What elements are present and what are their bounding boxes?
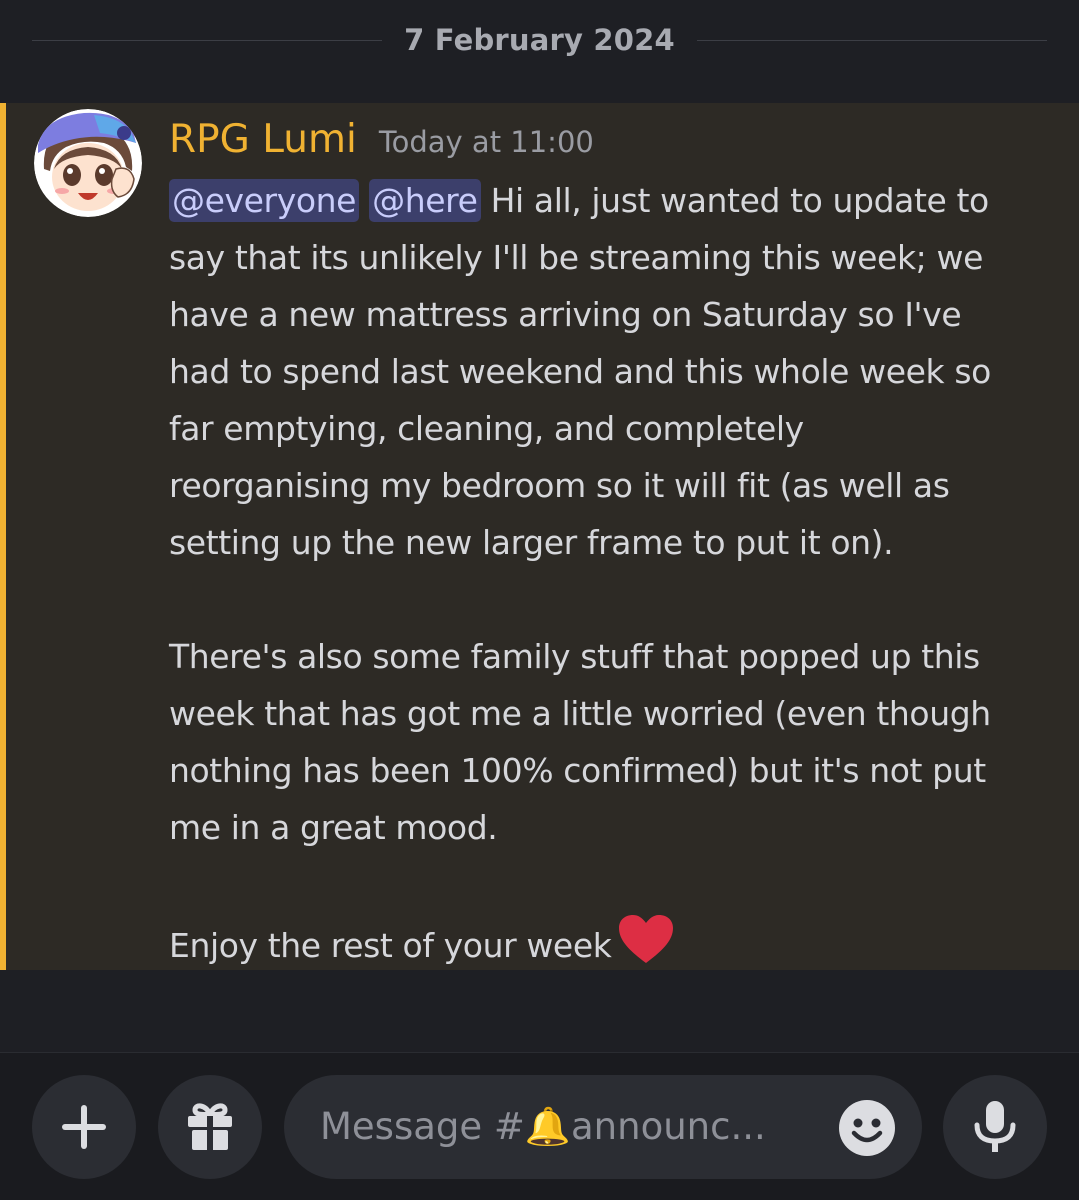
- divider-date: 7 February 2024: [404, 23, 675, 57]
- mention-here[interactable]: @here: [369, 179, 481, 222]
- mention-everyone[interactable]: @everyone: [169, 179, 360, 222]
- message-line: nothing has been 100% confirmed) but it'…: [169, 751, 986, 790]
- message-input-placeholder: Message #🔔announc...: [320, 1105, 766, 1148]
- message-line: There's also some family stuff that popp…: [169, 637, 980, 676]
- message-line: week that has got me a little worried (e…: [169, 694, 991, 733]
- message-line: say that its unlikely I'll be streaming …: [169, 238, 983, 277]
- message-timestamp: Today at 11:00: [378, 125, 594, 159]
- chat-view: 7 February 2024 RPG Lumi Today at 11:00 …: [0, 0, 1079, 1200]
- voice-message-button[interactable]: [943, 1075, 1047, 1179]
- message-input[interactable]: Message #🔔announc...: [284, 1075, 922, 1179]
- message-line: setting up the new larger frame to put i…: [169, 523, 894, 562]
- message-text: Hi all, just wanted to update to: [480, 181, 990, 220]
- plus-icon: [62, 1105, 106, 1149]
- emoji-icon[interactable]: [838, 1099, 896, 1157]
- message-line: @everyone @here Hi all, just wanted to u…: [169, 172, 1049, 229]
- avatar[interactable]: [34, 109, 142, 217]
- message-line: have a new mattress arriving on Saturday…: [169, 295, 962, 334]
- gift-button[interactable]: [158, 1075, 262, 1179]
- author-name[interactable]: RPG Lumi: [169, 117, 357, 162]
- avatar-illustration: [34, 109, 142, 217]
- message-content: @everyone @here Hi all, just wanted to u…: [169, 172, 1049, 982]
- gift-icon: [188, 1103, 232, 1150]
- message-line: Enjoy the rest of your week: [169, 913, 1049, 982]
- divider-line-right: [696, 39, 1047, 41]
- message-line: reorganising my bedroom so it will fit (…: [169, 466, 950, 505]
- add-attachment-button[interactable]: [32, 1075, 136, 1179]
- closing-text: Enjoy the rest of your week: [169, 926, 612, 965]
- composer-bar: Message #🔔announc...: [0, 1052, 1079, 1200]
- message-highlighted[interactable]: RPG Lumi Today at 11:00 @everyone @here …: [0, 103, 1079, 970]
- message-header: RPG Lumi Today at 11:00: [169, 117, 594, 162]
- date-divider: 7 February 2024: [32, 18, 1047, 62]
- message-line: had to spend last weekend and this whole…: [169, 352, 991, 391]
- message-line: me in a great mood.: [169, 808, 498, 847]
- heart-emoji: [617, 913, 675, 982]
- divider-line-left: [32, 39, 383, 41]
- microphone-icon: [974, 1101, 1016, 1152]
- message-line: far emptying, cleaning, and completely: [169, 409, 804, 448]
